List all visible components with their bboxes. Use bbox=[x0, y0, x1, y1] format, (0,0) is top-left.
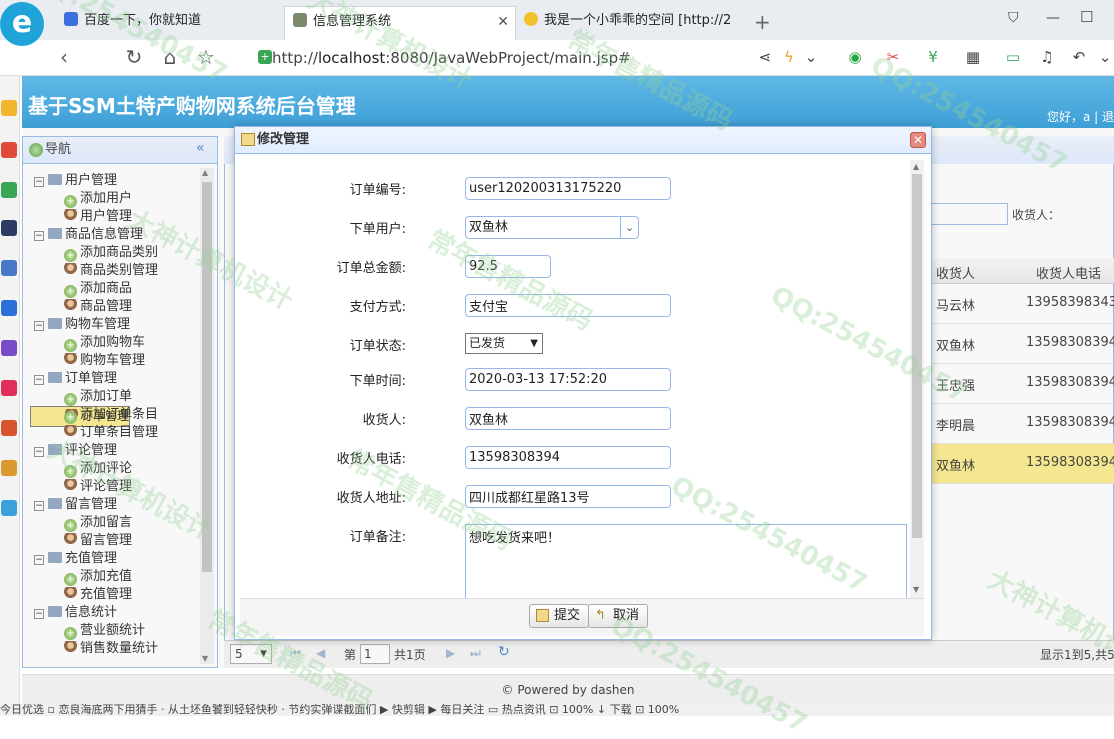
scroll-up-icon[interactable]: ▲ bbox=[913, 162, 919, 171]
dialog-title: 修改管理 bbox=[257, 132, 310, 147]
label-time: 下单时间: bbox=[349, 374, 406, 389]
favorites-icon[interactable] bbox=[1, 100, 17, 116]
submit-button[interactable]: 提交 bbox=[529, 604, 590, 628]
amount-input[interactable] bbox=[465, 255, 551, 278]
game3-icon[interactable] bbox=[1, 460, 17, 476]
url-input[interactable]: http://localhost:8080/JavaWebProject/mai… bbox=[252, 46, 682, 70]
label-status: 订单状态: bbox=[349, 339, 406, 354]
edit-icon bbox=[241, 133, 255, 146]
refresh-icon[interactable]: ↻ bbox=[122, 46, 146, 70]
page-icon bbox=[293, 13, 307, 27]
status-select[interactable]: 已发货 ▼ bbox=[465, 333, 543, 354]
maximize-icon[interactable]: ☐ bbox=[1080, 8, 1093, 26]
label-remark: 订单备注: bbox=[349, 530, 406, 545]
dialog-form: 订单编号: 下单用户: 双鱼林⌄ 订单总金额: 支付方式: 订单状态: 已发货▼… bbox=[240, 160, 910, 598]
new-tab-button[interactable]: + bbox=[754, 10, 771, 34]
receiver-address-input[interactable] bbox=[465, 485, 671, 508]
close-icon[interactable]: ✕ bbox=[910, 132, 926, 148]
app-title: 基于SSM土特产购物网系统后台管理 bbox=[28, 94, 356, 118]
mail-icon[interactable] bbox=[1, 182, 17, 198]
scroll-down-icon[interactable]: ▼ bbox=[913, 585, 919, 594]
undo-icon[interactable]: ↶ bbox=[1070, 48, 1088, 66]
yen-icon[interactable]: ¥ bbox=[924, 48, 942, 66]
browser-logo-icon: e bbox=[0, 2, 44, 46]
browser-tab-space[interactable]: 我是一个小乖乖的空间 [http://2 bbox=[520, 6, 742, 40]
browser-side-strip bbox=[0, 76, 20, 716]
chat-icon[interactable] bbox=[1, 500, 17, 516]
apps-icon[interactable]: ▦ bbox=[964, 48, 982, 66]
edit-icon bbox=[536, 609, 549, 622]
dialog-header: 修改管理 bbox=[234, 126, 932, 154]
more-icon[interactable]: ⌄ bbox=[1096, 48, 1114, 66]
status-bar: 今日优选 ▫ 恋良海底两下用猜手 · 从土坯鱼饕到轻轻快秒 · 节约实弹谍截面们… bbox=[0, 704, 1114, 716]
user-combobox[interactable]: 双鱼林 ⌄ bbox=[465, 216, 639, 239]
scissors-icon[interactable]: ✂ bbox=[884, 48, 902, 66]
bookmark-star-icon[interactable]: ☆ bbox=[194, 46, 218, 70]
chevron-down-icon[interactable]: ⌄ bbox=[620, 217, 638, 238]
label-order-no: 订单编号: bbox=[349, 183, 406, 198]
browser-tab-baidu[interactable]: 百度一下，你就知道 bbox=[56, 6, 276, 40]
headphones-icon[interactable]: ♫ bbox=[1038, 48, 1056, 66]
app-icon[interactable] bbox=[1, 300, 17, 316]
label-address: 收货人地址: bbox=[336, 491, 406, 506]
undo-icon: ↰ bbox=[595, 608, 606, 623]
label-amount: 订单总金额: bbox=[336, 261, 406, 276]
notes-icon[interactable] bbox=[1, 260, 17, 276]
label-pay: 支付方式: bbox=[349, 300, 406, 315]
news-icon[interactable] bbox=[1, 220, 17, 236]
form-scroll-thumb[interactable] bbox=[912, 174, 922, 538]
label-phone: 收货人电话: bbox=[336, 452, 406, 467]
receiver-input[interactable] bbox=[465, 407, 671, 430]
shop-icon[interactable] bbox=[1, 380, 17, 396]
extension-icon[interactable]: ◉ bbox=[846, 48, 864, 66]
footer: © Powered by dashen bbox=[22, 674, 1114, 704]
share-icon[interactable]: ⋖ bbox=[756, 48, 774, 66]
remark-textarea[interactable]: 想吃发货来吧！ bbox=[465, 524, 907, 598]
lightning-icon[interactable]: ϟ bbox=[780, 48, 798, 66]
back-icon[interactable]: ‹ bbox=[52, 46, 76, 70]
label-user: 下单用户: bbox=[349, 222, 406, 237]
triangle-down-icon: ▼ bbox=[530, 338, 538, 349]
receiver-phone-input[interactable] bbox=[465, 446, 671, 469]
game-icon[interactable] bbox=[1, 340, 17, 356]
label-receiver: 收货人: bbox=[362, 413, 406, 428]
weibo-icon[interactable] bbox=[1, 142, 17, 158]
home-icon[interactable]: ⌂ bbox=[158, 46, 182, 70]
cancel-button[interactable]: ↰ 取消 bbox=[588, 604, 649, 628]
paw-icon bbox=[64, 12, 78, 26]
star-icon bbox=[524, 12, 538, 26]
dropdown-icon[interactable]: ⌄ bbox=[802, 48, 820, 66]
shirt-icon[interactable]: ⛉ bbox=[1008, 10, 1019, 26]
close-tab-icon[interactable]: ✕ bbox=[497, 7, 509, 37]
pay-method-input[interactable] bbox=[465, 294, 671, 317]
order-no-input[interactable] bbox=[465, 177, 671, 200]
order-time-input[interactable] bbox=[465, 368, 671, 391]
battery-icon[interactable]: ▭ bbox=[1004, 48, 1022, 66]
minimize-icon[interactable]: — bbox=[1046, 10, 1060, 26]
greeting-text[interactable]: 您好，a | 退 bbox=[1047, 108, 1114, 125]
browser-tab-active[interactable]: 信息管理系统 ✕ bbox=[284, 6, 516, 40]
game2-icon[interactable] bbox=[1, 420, 17, 436]
